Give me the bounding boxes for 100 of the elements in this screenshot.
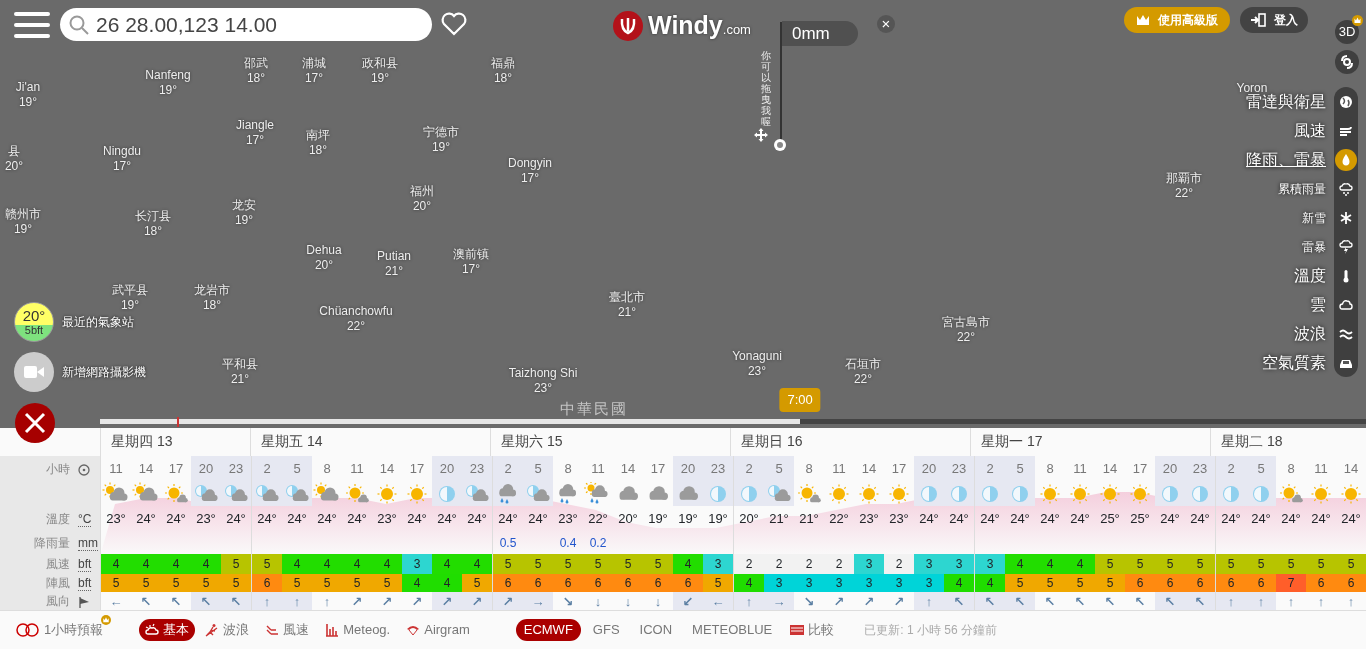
wind-gust-cell: 5	[312, 574, 342, 592]
login-button[interactable]: 登入	[1240, 7, 1308, 33]
rain-cloud-icon[interactable]	[1339, 181, 1353, 196]
forecast-tab[interactable]: 基本	[139, 619, 196, 641]
temperature-value: 19°	[648, 510, 668, 529]
lightning-icon[interactable]	[1339, 239, 1353, 254]
wind-gust-cell: 4	[432, 574, 462, 592]
temperature-value: 20°	[739, 510, 759, 529]
city-label: 那覇市 22°	[1166, 171, 1202, 201]
temperature-value: 24°	[226, 510, 246, 529]
hour-label: 11	[1314, 460, 1328, 479]
search-icon	[68, 13, 90, 36]
temperature-value: 22°	[588, 510, 608, 529]
compare-button[interactable]: 比較	[784, 619, 841, 641]
temperature-value: 24°	[287, 510, 307, 529]
timeline-track[interactable]	[100, 419, 1366, 424]
wind-speed-cell: 3	[854, 554, 884, 574]
temperature-value: 23°	[859, 510, 879, 529]
wind-speed-cell: 4	[282, 554, 312, 574]
wind-direction-arrow: ↑	[1317, 594, 1325, 608]
station-badge[interactable]: 20° 5bft	[14, 302, 54, 342]
layer-item[interactable]: 雲	[1310, 292, 1326, 317]
move-icon[interactable]	[754, 128, 768, 142]
hour-label: 20	[680, 460, 696, 479]
hour-label: 23	[710, 460, 726, 479]
unit-label: bft	[78, 557, 92, 572]
wind-gust-cell: 3	[824, 574, 854, 592]
location-pin[interactable]	[773, 138, 787, 152]
day-label: 星期日 16	[741, 433, 803, 449]
city-label: Yoron	[1236, 81, 1268, 95]
layer-item[interactable]: 溫度	[1294, 263, 1326, 288]
toggle-switch[interactable]	[16, 623, 40, 637]
city-label: 平和县 21°	[222, 357, 258, 387]
3d-button[interactable]: 3D	[1335, 20, 1359, 44]
layer-item[interactable]: 新雪	[1302, 208, 1326, 227]
model-tab[interactable]: METEOBLUE	[684, 619, 781, 641]
hour-label: 20	[198, 460, 214, 479]
model-tab[interactable]: ECMWF	[515, 619, 581, 641]
station-link[interactable]: 最近的氣象站	[62, 313, 134, 331]
wind-direction-arrow: ↖	[1164, 594, 1176, 608]
wind-gust-cell: 6	[583, 574, 613, 592]
webcam-button[interactable]	[14, 352, 54, 392]
wind-speed-cell: 4	[1035, 554, 1065, 574]
layer-item[interactable]: 空氣質素	[1262, 350, 1326, 375]
globe-icon[interactable]	[1339, 94, 1353, 109]
wind-speed-cell: 5	[1216, 554, 1246, 574]
city-label: 宁德市 19°	[423, 125, 459, 155]
hurricane-button[interactable]	[1335, 50, 1359, 74]
heart-icon[interactable]	[441, 12, 467, 36]
search-field[interactable]: 26 28.00,123 14.00	[60, 8, 432, 41]
wind-speed-cell: 5	[493, 554, 523, 574]
close-button[interactable]: ×	[877, 15, 895, 33]
picker-value: 0mm	[782, 21, 858, 46]
forecast-tab[interactable]: Meteog.	[319, 619, 397, 641]
temperature-value: 24°	[407, 510, 427, 529]
crown-icon	[1136, 14, 1150, 26]
forecast-tab[interactable]: 波浪	[199, 619, 256, 641]
city-label: Putian 21°	[377, 249, 411, 279]
webcam-link[interactable]: 新增網路攝影機	[62, 363, 146, 381]
model-tab[interactable]: ICON	[631, 619, 681, 641]
layer-item[interactable]: 雷暴	[1302, 237, 1326, 256]
wind-gust-cell: 5	[1005, 574, 1035, 592]
wind-direction-arrow: →	[531, 594, 545, 608]
layer-item[interactable]: 累積雨量	[1278, 179, 1326, 198]
snowflake-icon[interactable]	[1339, 210, 1353, 225]
wind-gust-cell: 5	[372, 574, 402, 592]
city-label: 宮古島市 22°	[942, 315, 990, 345]
wind-speed-cell: 4	[432, 554, 462, 574]
layer-item[interactable]: 降雨、雷暴	[1246, 147, 1326, 172]
hour-label: 17	[168, 460, 184, 479]
wind-speed-cell: 4	[312, 554, 342, 574]
hour-label: 5	[775, 460, 783, 479]
model-tab[interactable]: GFS	[584, 619, 628, 641]
wind-speed-cell: 3	[944, 554, 974, 574]
wind-direction-arrow: ↑	[263, 594, 271, 608]
layer-item[interactable]: 波浪	[1294, 321, 1326, 346]
update-time: 已更新: 1 小時 56 分鐘前	[864, 622, 997, 639]
city-label: 南坪 18°	[306, 128, 330, 158]
rain-value: 0.2	[589, 535, 607, 552]
close-button[interactable]	[14, 402, 56, 444]
city-label: 县 20°	[4, 144, 24, 174]
forecast-tab[interactable]: 風速	[259, 619, 316, 641]
wind-direction-arrow: ↑	[745, 594, 753, 608]
wind-gust-cell: 5	[703, 574, 733, 592]
hour-label: 2	[986, 460, 994, 479]
wind-speed-cell: 5	[583, 554, 613, 574]
city-label: Ningdu 17°	[103, 144, 141, 174]
wind-gust-cell: 6	[1246, 574, 1276, 592]
menu-icon[interactable]	[14, 10, 50, 40]
wind-gust-cell: 5	[462, 574, 492, 592]
search-input[interactable]: 26 28.00,123 14.00	[94, 7, 414, 42]
cloud-icon[interactable]	[1339, 297, 1353, 312]
wind-direction-arrow: ↗	[381, 594, 393, 608]
wind-direction-arrow: ↖	[1074, 594, 1086, 608]
wind-direction-arrow: ↖	[200, 594, 212, 608]
hour-label: 2	[745, 460, 753, 479]
forecast-tab[interactable]: Airgram	[400, 619, 476, 641]
wind-gust-cell: 6	[1185, 574, 1215, 592]
layer-item[interactable]: 風速	[1294, 118, 1326, 143]
logo-text: Windy.com	[648, 10, 751, 41]
